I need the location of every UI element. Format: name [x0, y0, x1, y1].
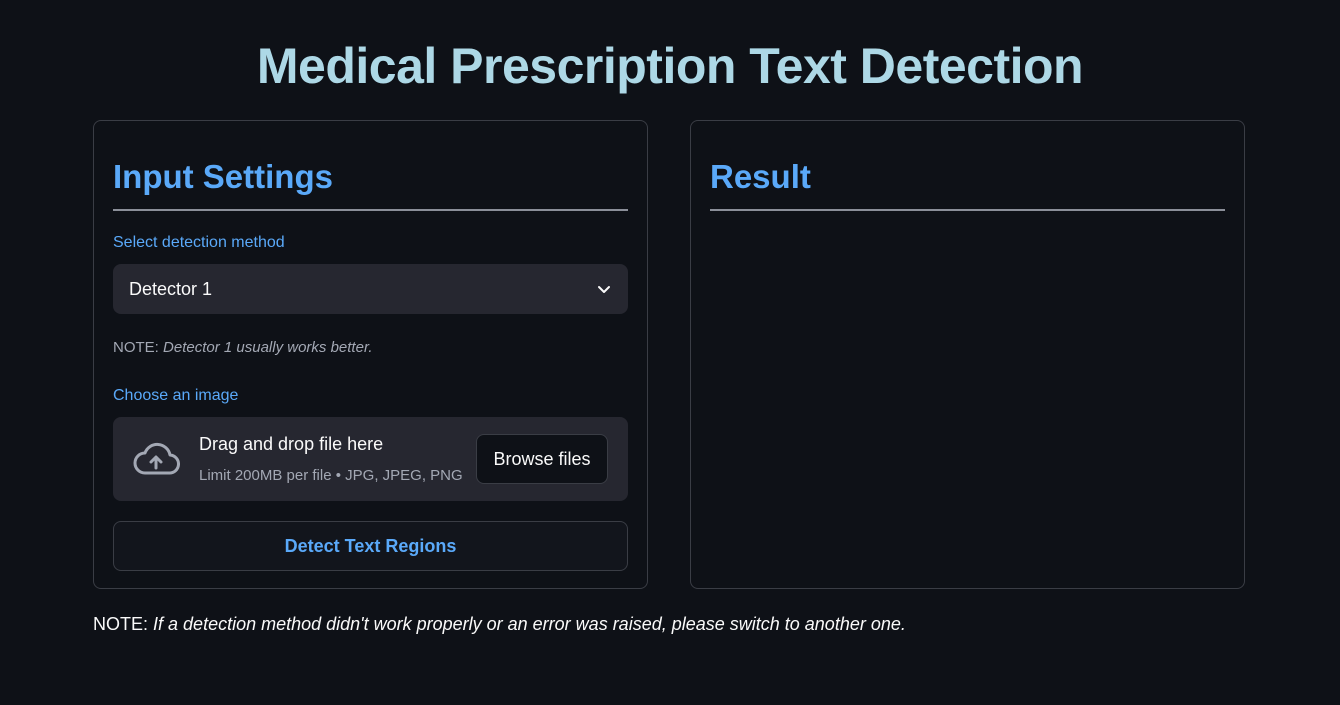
input-settings-panel: Input Settings Select detection method D…	[93, 120, 648, 589]
detector-note-text: Detector 1 usually works better.	[163, 339, 373, 356]
cloud-upload-icon	[133, 442, 180, 475]
input-settings-title: Input Settings	[113, 158, 333, 195]
footer-note: NOTE: If a detection method didn't work …	[93, 614, 906, 635]
detect-text-regions-button[interactable]: Detect Text Regions	[113, 521, 628, 571]
detector-note: NOTE: Detector 1 usually works better.	[113, 339, 373, 356]
image-upload-label: Choose an image	[113, 387, 239, 404]
page-title: Medical Prescription Text Detection	[256, 38, 1084, 94]
file-dropzone[interactable]: Drag and drop file here Limit 200MB per …	[113, 417, 628, 501]
dropzone-title: Drag and drop file here	[199, 434, 384, 454]
result-title: Result	[710, 158, 811, 195]
footer-note-text: If a detection method didn't work proper…	[153, 614, 906, 634]
detection-method-label: Select detection method	[113, 234, 285, 251]
chevron-down-icon	[598, 286, 610, 293]
detection-method-value: Detector 1	[129, 278, 213, 299]
result-panel: Result	[690, 120, 1245, 589]
result-header: Result	[710, 155, 1225, 211]
detection-method-select[interactable]: Detector 1	[113, 264, 628, 314]
detector-note-prefix: NOTE:	[113, 339, 159, 356]
app-page: Medical Prescription Text Detection Inpu…	[0, 0, 1340, 705]
footer-note-prefix: NOTE:	[93, 614, 149, 634]
dropzone-limit: Limit 200MB per file • JPG, JPEG, PNG	[199, 467, 463, 484]
browse-files-button[interactable]: Browse files	[476, 434, 608, 484]
input-settings-header: Input Settings	[113, 155, 628, 211]
